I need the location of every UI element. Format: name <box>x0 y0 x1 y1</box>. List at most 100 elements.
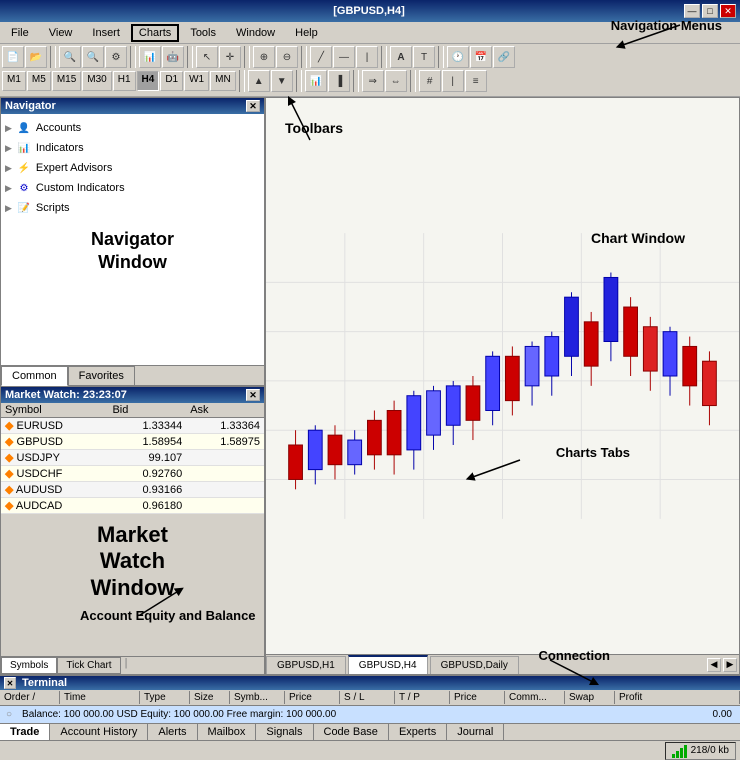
market-watch-panel: Market Watch: 23:23:07 ✕ Symbol Bid Ask … <box>0 386 265 675</box>
chart-tab-h4[interactable]: GBPUSD,H4 <box>348 655 428 674</box>
chart-canvas[interactable] <box>266 98 739 654</box>
market-watch-table: Symbol Bid Ask ◆ EURUSD 1.33344 1.33364 … <box>1 403 264 514</box>
chart-scroll-left-btn[interactable]: ◀ <box>707 658 721 672</box>
clock-button[interactable]: 🕐 <box>447 46 469 68</box>
volume-button[interactable]: ≡ <box>465 70 487 92</box>
nav-tab-favorites[interactable]: Favorites <box>68 366 135 385</box>
tb-sep-5 <box>301 46 307 68</box>
scripts-label: Scripts <box>36 202 70 214</box>
terminal-tab-trade[interactable]: Trade <box>0 724 50 740</box>
tree-item-accounts[interactable]: ▶ 👤 Accounts <box>5 118 260 138</box>
tree-item-indicators[interactable]: ▶ 📊 Indicators <box>5 138 260 158</box>
mw-tab-tick[interactable]: Tick Chart <box>57 657 120 674</box>
bid-cell: 0.96180 <box>108 498 186 514</box>
down-arrow-button[interactable]: ▼ <box>271 70 293 92</box>
text2-button[interactable]: T <box>413 46 435 68</box>
chart-tab-h1[interactable]: GBPUSD,H1 <box>266 656 346 674</box>
symbol-cell: ◆ USDJPY <box>1 450 108 466</box>
up-arrow-button[interactable]: ▲ <box>248 70 270 92</box>
market-watch-row[interactable]: ◆ EURUSD 1.33344 1.33364 <box>1 418 264 434</box>
new-chart-button[interactable]: 📄 <box>2 46 24 68</box>
maximize-button[interactable]: □ <box>702 4 718 18</box>
crosshair-button[interactable]: ✛ <box>219 46 241 68</box>
tf-d1[interactable]: D1 <box>160 71 183 91</box>
tree-item-expert-advisors[interactable]: ▶ ⚡ Expert Advisors <box>5 158 260 178</box>
ea-label: Expert Advisors <box>36 162 112 174</box>
calendar-button[interactable]: 📅 <box>470 46 492 68</box>
menu-tools[interactable]: Tools <box>181 24 225 42</box>
col-order: Order / <box>0 691 60 704</box>
zoom-plus-button[interactable]: ⊕ <box>253 46 275 68</box>
chart-area: GBPUSD,H1 GBPUSD,H4 GBPUSD,Daily ◀ ▶ <box>265 97 740 675</box>
menu-insert[interactable]: Insert <box>83 24 129 42</box>
terminal-tab-journal[interactable]: Journal <box>447 724 504 740</box>
menu-help[interactable]: Help <box>286 24 327 42</box>
balance-text: Balance: 100 000.00 USD Equity: 100 000.… <box>18 708 704 721</box>
terminal-tab-experts[interactable]: Experts <box>389 724 447 740</box>
zoom-in-button[interactable]: 🔍 <box>59 46 81 68</box>
autoscroll-button[interactable]: ⇒ <box>362 70 384 92</box>
tb-sep-4 <box>244 46 250 68</box>
properties-button[interactable]: ⚙ <box>105 46 127 68</box>
bar-button[interactable]: ▐ <box>328 70 350 92</box>
tree-item-custom-indicators[interactable]: ▶ ⚙ Custom Indicators <box>5 178 260 198</box>
tf-m30[interactable]: M30 <box>82 71 111 91</box>
tf-mn[interactable]: MN <box>210 71 236 91</box>
navigator-close-btn[interactable]: ✕ <box>246 100 260 112</box>
tb-sep-tf <box>239 70 245 92</box>
terminal-close-btn[interactable]: ✕ <box>4 677 16 689</box>
line-button[interactable]: ╱ <box>310 46 332 68</box>
terminal-tab-signals[interactable]: Signals <box>256 724 313 740</box>
mw-tab-symbols[interactable]: Symbols <box>1 657 57 674</box>
expand-accounts-icon: ▶ <box>5 123 12 134</box>
menu-view[interactable]: View <box>40 24 82 42</box>
ask-cell: 1.33364 <box>186 418 264 434</box>
terminal-tab-history[interactable]: Account History <box>50 724 148 740</box>
terminal-title-bar: ✕ Terminal <box>0 676 740 690</box>
vline-button[interactable]: | <box>356 46 378 68</box>
expert-button[interactable]: 🤖 <box>162 46 184 68</box>
candlestick-chart <box>266 98 739 654</box>
market-watch-row[interactable]: ◆ AUDUSD 0.93166 <box>1 482 264 498</box>
indicators-button[interactable]: 📊 <box>139 46 161 68</box>
tree-item-scripts[interactable]: ▶ 📝 Scripts <box>5 198 260 218</box>
market-watch-row[interactable]: ◆ AUDCAD 0.96180 <box>1 498 264 514</box>
chart-type-button[interactable]: 📊 <box>305 70 327 92</box>
text-button[interactable]: A <box>390 46 412 68</box>
terminal-tab-mailbox[interactable]: Mailbox <box>198 724 257 740</box>
menu-file[interactable]: File <box>2 24 38 42</box>
menu-charts[interactable]: Charts <box>131 24 179 42</box>
accounts-icon: 👤 <box>16 120 32 136</box>
title-bar-text: [GBPUSD,H4] <box>54 5 684 17</box>
open-button[interactable]: 📂 <box>25 46 47 68</box>
minimize-button[interactable]: — <box>684 4 700 18</box>
tf-m5[interactable]: M5 <box>27 71 51 91</box>
close-button[interactable]: ✕ <box>720 4 736 18</box>
zoom-minus-button[interactable]: ⊖ <box>276 46 298 68</box>
period-sep-button[interactable]: | <box>442 70 464 92</box>
market-watch-row[interactable]: ◆ USDJPY 99.107 <box>1 450 264 466</box>
hline-button[interactable]: — <box>333 46 355 68</box>
symbol-cell: ◆ AUDUSD <box>1 482 108 498</box>
nav-tab-common[interactable]: Common <box>1 366 68 386</box>
terminal-tab-codebase[interactable]: Code Base <box>314 724 389 740</box>
market-watch-row[interactable]: ◆ GBPUSD 1.58954 1.58975 <box>1 434 264 450</box>
chart-tab-daily[interactable]: GBPUSD,Daily <box>430 656 519 674</box>
shift-button[interactable]: ⇔ <box>385 70 407 92</box>
ask-cell: 1.58975 <box>186 434 264 450</box>
terminal-tab-alerts[interactable]: Alerts <box>148 724 197 740</box>
market-watch-row[interactable]: ◆ USDCHF 0.92760 <box>1 466 264 482</box>
main-area: Navigator ✕ ▶ 👤 Accounts ▶ 📊 Indicators … <box>0 97 740 675</box>
chart-scroll-right-btn[interactable]: ▶ <box>723 658 737 672</box>
arrow-button[interactable]: ↖ <box>196 46 218 68</box>
tf-w1[interactable]: W1 <box>184 71 209 91</box>
tf-h1[interactable]: H1 <box>113 71 136 91</box>
grid-button[interactable]: # <box>419 70 441 92</box>
connect-button[interactable]: 🔗 <box>493 46 515 68</box>
zoom-out-button[interactable]: 🔍 <box>82 46 104 68</box>
tf-m1[interactable]: M1 <box>2 71 26 91</box>
market-watch-close-btn[interactable]: ✕ <box>246 389 260 401</box>
menu-window[interactable]: Window <box>227 24 284 42</box>
tf-m15[interactable]: M15 <box>52 71 81 91</box>
tf-h4[interactable]: H4 <box>137 71 160 91</box>
